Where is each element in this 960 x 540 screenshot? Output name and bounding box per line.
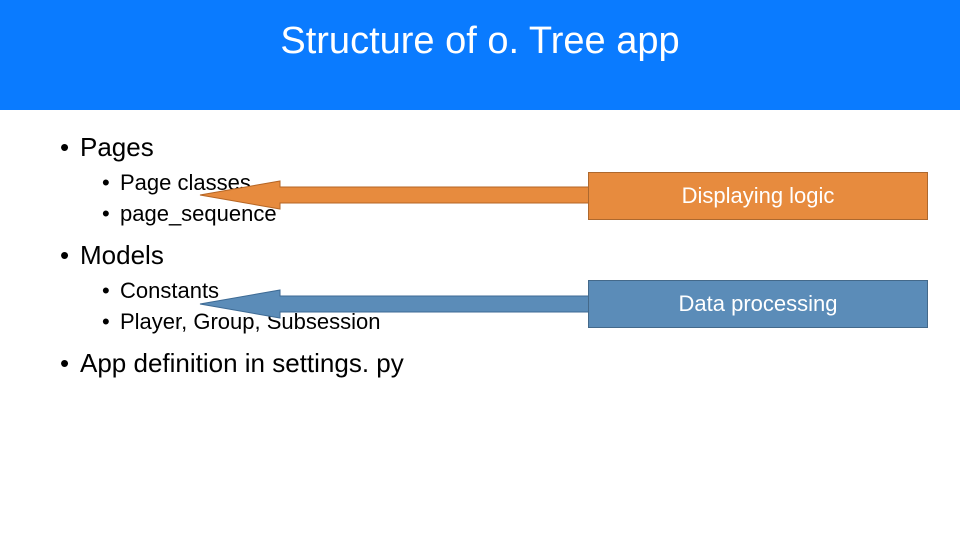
- callout-label: Data processing: [679, 291, 838, 317]
- bullet-pages: Pages: [60, 132, 920, 163]
- callout-displaying-logic: Displaying logic: [588, 172, 928, 220]
- arrow-icon: [200, 284, 595, 324]
- arrow-icon: [200, 175, 595, 215]
- bullet-models: Models: [60, 240, 920, 271]
- slide-title: Structure of o. Tree app: [280, 20, 679, 63]
- callout-data-processing: Data processing: [588, 280, 928, 328]
- slide-body: Pages Page classes page_sequence Models …: [60, 132, 920, 385]
- bullet-app-definition: App definition in settings. py: [60, 348, 920, 379]
- title-bar: Structure of o. Tree app: [0, 0, 960, 110]
- callout-label: Displaying logic: [682, 183, 835, 209]
